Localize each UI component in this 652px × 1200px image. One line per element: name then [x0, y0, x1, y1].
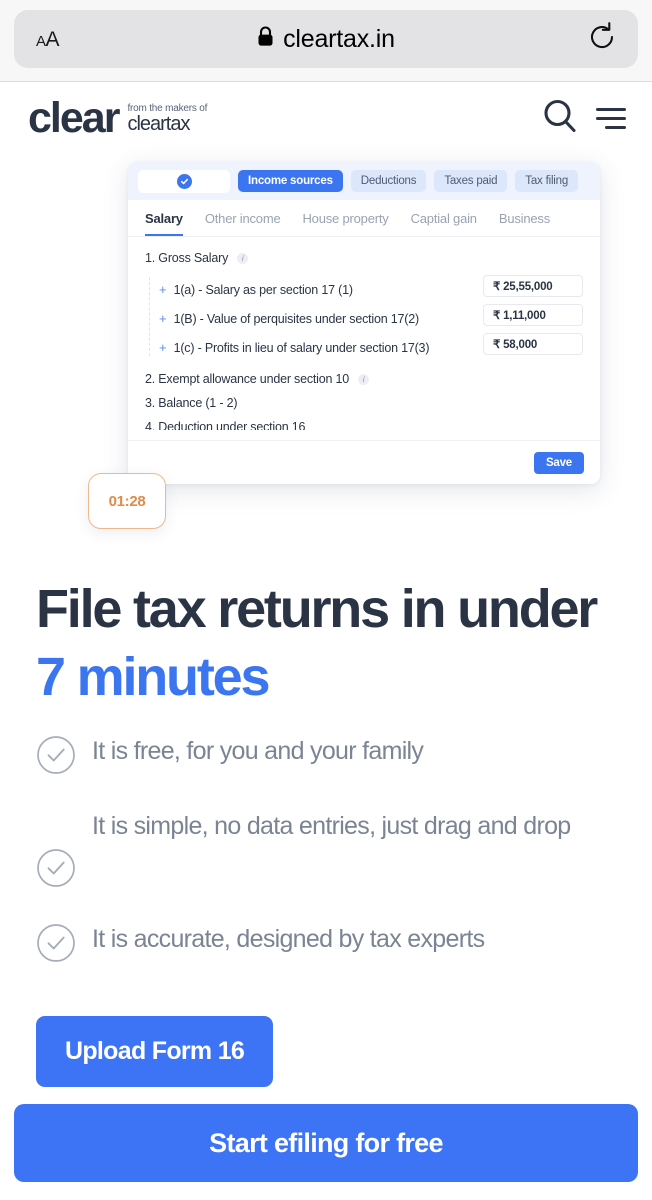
form-row-gross-salary: 1. Gross Salary i [145, 251, 583, 265]
product-tab-row: Salary Other income House property Capti… [128, 200, 600, 237]
list-item: It is free, for you and your family [36, 733, 616, 780]
plus-icon[interactable]: + [159, 312, 167, 325]
product-screenshot-card: Income sources Deductions Taxes paid Tax… [128, 162, 600, 484]
tab-business[interactable]: Business [499, 211, 550, 236]
address-bar[interactable]: AA cleartax.in [14, 10, 638, 68]
plus-icon[interactable]: + [159, 283, 167, 296]
subrow-label: 1(B) - Value of perquisites under sectio… [173, 311, 420, 326]
check-circle-icon [36, 923, 76, 968]
nav-pill-deductions[interactable]: Deductions [350, 170, 427, 192]
info-icon[interactable]: i [358, 373, 370, 385]
browser-chrome: AA cleartax.in [0, 0, 652, 82]
headline-text: File tax returns in under [36, 579, 598, 639]
logo-tagline-line2: cleartax [127, 112, 190, 135]
check-circle-icon [176, 173, 192, 189]
check-circle-icon [36, 735, 76, 780]
form-subrow-list: + 1(a) - Salary as per section 17 (1) ₹ … [145, 275, 583, 362]
start-efiling-button[interactable]: Start efiling for free [14, 1104, 638, 1182]
benefit-list: It is free, for you and your family It i… [36, 733, 616, 968]
product-form-footer: Save [128, 440, 600, 484]
page-title: File tax returns in under 7 minutes [36, 576, 616, 711]
product-form-body: 1. Gross Salary i + 1(a) - Salary as per… [128, 237, 600, 430]
upload-form-16-button[interactable]: Upload Form 16 [36, 1016, 274, 1087]
site-logo[interactable]: clear from the makers of cleartax [28, 93, 207, 142]
tab-other-income[interactable]: Other income [205, 211, 281, 236]
form-row-clipped: 4. Deduction under section 16 [145, 420, 306, 430]
hamburger-menu-icon[interactable] [596, 107, 626, 129]
nav-pill-income-sources[interactable]: Income sources [238, 170, 343, 192]
save-button[interactable]: Save [533, 451, 584, 474]
amount-input-1a[interactable]: ₹ 25,55,000 [483, 275, 583, 297]
benefit-text: It is accurate, designed by tax experts [92, 925, 485, 953]
step-complete-pill[interactable] [138, 169, 230, 193]
subrow-label: 1(c) - Profits in lieu of salary under s… [173, 340, 430, 355]
form-row-exempt-allowance: 2. Exempt allowance under section 10 i [145, 372, 583, 386]
site-header: clear from the makers of cleartax [0, 82, 652, 154]
logo-wordmark: clear [28, 93, 120, 142]
form-row-balance: 3. Balance (1 - 2) [145, 396, 583, 410]
product-screenshot: Income sources Deductions Taxes paid Tax… [88, 162, 600, 529]
search-icon[interactable] [540, 96, 580, 141]
headline-accent: 7 minutes [36, 646, 270, 707]
bottom-cta-bar: Start efiling for free [0, 1104, 652, 1200]
timer-badge: 01:28 [88, 473, 166, 529]
benefit-text: It is simple, no data entries, just drag… [92, 812, 571, 840]
form-subrow-1c: + 1(c) - Profits in lieu of salary under… [159, 333, 583, 362]
tab-house-property[interactable]: House property [302, 211, 388, 236]
lock-icon [257, 26, 274, 52]
tab-salary[interactable]: Salary [145, 211, 183, 236]
check-circle-icon [36, 848, 76, 893]
header-actions [540, 96, 626, 141]
info-icon[interactable]: i [237, 252, 249, 264]
balance-label: 3. Balance (1 - 2) [145, 396, 238, 410]
list-item: It is accurate, designed by tax experts [36, 921, 616, 968]
form-subrow-1a: + 1(a) - Salary as per section 17 (1) ₹ … [159, 275, 583, 304]
text-size-button[interactable]: AA [36, 29, 60, 50]
text-size-label-small: A [36, 32, 46, 50]
benefit-text: It is free, for you and your family [92, 737, 424, 765]
reload-icon[interactable] [588, 21, 616, 57]
list-item: It is simple, no data entries, just drag… [36, 808, 616, 893]
amount-input-1b[interactable]: ₹ 1,11,000 [483, 304, 583, 326]
exempt-allowance-label: 2. Exempt allowance under section 10 [145, 372, 350, 386]
url-display: cleartax.in [14, 25, 638, 54]
timer-value: 01:28 [108, 492, 146, 510]
form-subrow-1b: + 1(B) - Value of perquisites under sect… [159, 304, 583, 333]
tab-captial-gain[interactable]: Captial gain [411, 211, 477, 236]
subrow-label: 1(a) - Salary as per section 17 (1) [173, 282, 353, 297]
amount-input-1c[interactable]: ₹ 58,000 [483, 333, 583, 355]
url-text: cleartax.in [283, 24, 395, 53]
gross-salary-label: 1. Gross Salary [145, 251, 229, 265]
plus-icon[interactable]: + [159, 341, 167, 354]
hero-section: File tax returns in under 7 minutes It i… [0, 576, 652, 1087]
logo-tagline: from the makers of cleartax [127, 101, 207, 135]
product-nav-bar: Income sources Deductions Taxes paid Tax… [128, 162, 600, 200]
nav-pill-taxes-paid[interactable]: Taxes paid [434, 170, 508, 192]
nav-pill-tax-filing[interactable]: Tax filing [515, 170, 579, 192]
